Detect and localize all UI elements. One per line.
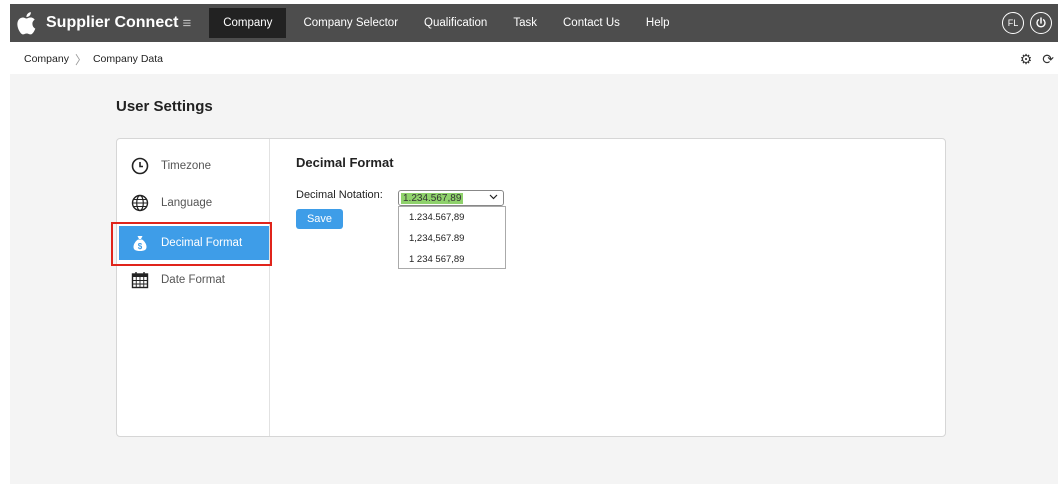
nav-company-selector[interactable]: Company Selector (290, 4, 411, 42)
dropdown-option[interactable]: 1,234,567.89 (399, 228, 505, 249)
save-button[interactable]: Save (296, 209, 343, 229)
sidebar-item-label: Language (161, 197, 213, 209)
sidebar-item-label: Timezone (161, 160, 212, 172)
section-title: Decimal Format (296, 155, 394, 170)
nav-task[interactable]: Task (500, 4, 550, 42)
apple-logo-icon (17, 12, 36, 35)
globe-icon (131, 194, 149, 212)
sidebar-item-timezone[interactable]: Timezone (119, 149, 269, 183)
gear-icon[interactable]: ⚙ (1020, 51, 1033, 68)
decimal-notation-label: Decimal Notation: (296, 189, 383, 201)
nav-help[interactable]: Help (633, 4, 683, 42)
top-nav-bar: Supplier Connect ≡ Company Company Selec… (10, 4, 1058, 42)
nav-qualification[interactable]: Qualification (411, 4, 500, 42)
page-title: User Settings (116, 98, 213, 115)
sidebar-item-label: Decimal Format (161, 237, 243, 249)
breadcrumb-company-data: Company Data (92, 53, 164, 65)
clock-icon (131, 157, 149, 175)
calendar-icon (131, 271, 149, 289)
breadcrumb: Company 〉 Company Data ⚙ ⟳ (10, 46, 1058, 72)
chevron-right-icon: 〉 (74, 52, 87, 67)
sidebar-item-label: Date Format (161, 274, 225, 286)
sidebar-item-decimal-format[interactable]: $ Decimal Format (119, 226, 269, 260)
power-icon[interactable] (1030, 12, 1052, 34)
refresh-icon[interactable]: ⟳ (1042, 51, 1054, 68)
selected-value: 1.234.567,89 (401, 192, 464, 204)
settings-sidebar: Timezone Language $ Decimal Format Date … (111, 139, 272, 436)
decimal-notation-dropdown: 1.234.567,89 1,234,567.89 1 234 567,89 (398, 206, 506, 269)
sidebar-item-date-format[interactable]: Date Format (119, 263, 269, 297)
nav-company[interactable]: Company (209, 8, 287, 38)
app-name: Supplier Connect (46, 14, 179, 31)
settings-card: Timezone Language $ Decimal Format Date … (111, 138, 946, 437)
decimal-notation-select[interactable]: 1.234.567,89 (398, 190, 504, 206)
breadcrumb-company[interactable]: Company (10, 53, 69, 65)
brand[interactable]: Supplier Connect ≡ (10, 4, 205, 42)
hamburger-menu-icon[interactable]: ≡ (182, 15, 191, 32)
money-bag-icon: $ (131, 234, 149, 252)
main-area: User Settings Timezone Language $ Decima… (10, 74, 1058, 484)
dropdown-option[interactable]: 1 234 567,89 (399, 249, 505, 270)
nav-contact-us[interactable]: Contact Us (550, 4, 633, 42)
chevron-down-icon (489, 192, 498, 203)
user-avatar-button[interactable]: FL (1002, 12, 1024, 34)
sidebar-item-language[interactable]: Language (119, 186, 269, 220)
dropdown-option[interactable]: 1.234.567,89 (399, 207, 505, 228)
svg-text:$: $ (138, 242, 143, 251)
